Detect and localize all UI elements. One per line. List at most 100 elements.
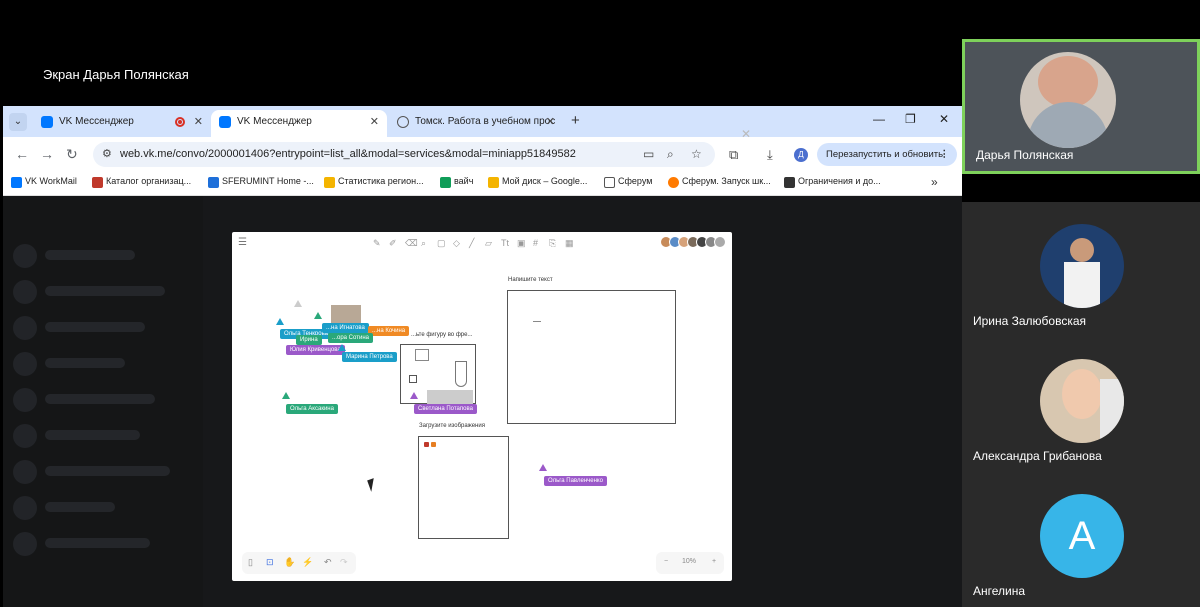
frame-title: Напишите текст — [508, 277, 553, 283]
cursor-label: Светлана Потапова — [414, 404, 477, 414]
forward-icon[interactable]: → — [40, 146, 54, 162]
image-icon[interactable]: ▣ — [517, 238, 526, 249]
bookmark-item[interactable]: вайч — [440, 176, 473, 188]
tab-vk-messenger-2[interactable]: VK Мессенджер ✕ — [211, 110, 387, 137]
zoom-icon[interactable]: ⌕ — [667, 147, 674, 162]
bookmarks-more-icon[interactable]: » — [931, 175, 938, 189]
text-frame[interactable] — [507, 290, 676, 424]
bookmark-item[interactable]: Мой диск – Google... — [488, 176, 587, 188]
chat-avatar — [13, 316, 37, 340]
chat-row — [45, 286, 165, 296]
pen-icon[interactable]: ✎ — [373, 238, 381, 249]
sidebar-toggle-icon[interactable]: ▯ — [248, 557, 253, 568]
select-icon[interactable]: ⊡ — [266, 557, 274, 568]
participant-tile[interactable]: A Ангелина — [962, 472, 1200, 607]
new-tab-button[interactable]: + — [571, 112, 580, 129]
upload-icon[interactable]: ⎘ — [549, 238, 556, 249]
image-thumb — [431, 442, 436, 447]
hamburger-menu-icon[interactable]: ☰ — [238, 237, 247, 248]
close-tab-icon[interactable]: ✕ — [546, 110, 555, 134]
address-bar[interactable]: ⚙ web.vk.me/convo/2000001406?entrypoint=… — [93, 142, 715, 167]
folder-icon — [604, 177, 615, 188]
hand-icon[interactable]: ✋ — [284, 557, 295, 568]
frame-icon[interactable]: # — [533, 238, 538, 248]
participant-name: Александра Грибанова — [973, 449, 1102, 463]
bookmark-item[interactable]: VK WorkMail — [11, 176, 77, 188]
redo-icon[interactable]: ↷ — [340, 557, 348, 568]
bookmark-item[interactable]: Статистика регион... — [324, 176, 424, 188]
table-icon[interactable]: ▦ — [565, 238, 574, 249]
cone-shape — [455, 361, 467, 387]
line-icon[interactable]: ╱ — [469, 238, 474, 249]
browser-toolbar: ← → ↻ ⚙ web.vk.me/convo/2000001406?entry… — [3, 137, 962, 172]
avatar — [714, 236, 726, 248]
rectangle-icon[interactable]: ▢ — [437, 238, 446, 249]
participant-name: Ангелина — [973, 584, 1026, 598]
download-icon[interactable]: ⤓ — [767, 147, 773, 163]
cursor-pointer-icon — [314, 312, 322, 319]
tab-tomsk[interactable]: Томск. Работа в учебном прос ✕ — [389, 110, 563, 137]
participant-tile[interactable]: Александра Грибанова — [962, 337, 1200, 472]
cast-icon[interactable]: ▭ — [643, 147, 654, 161]
tab-vk-messenger-1[interactable]: VK Мессенджер ✕ — [33, 110, 211, 137]
bookmark-item[interactable]: Сферум. Запуск шк... — [668, 176, 771, 188]
kebab-menu-icon[interactable]: ⋮ — [940, 143, 950, 166]
whiteboard-miniapp[interactable]: ☰ ✎ ✐ ⌫ ⌕ ▢ ◇ ╱ ▱ Tt ▣ # ⎘ ▦ Напишите те… — [232, 232, 732, 581]
whiteboard-toolbar: ☰ ✎ ✐ ⌫ ⌕ ▢ ◇ ╱ ▱ Tt ▣ # ⎘ ▦ — [232, 232, 732, 254]
board-mode-controls: ▯ ⊡ ✋ ⚡ ↶ ↷ — [242, 552, 356, 574]
zoom-in-button[interactable]: + — [712, 558, 716, 565]
url-text[interactable]: web.vk.me/convo/2000001406?entrypoint=li… — [120, 148, 576, 160]
participant-tile[interactable]: Дарья Полянская — [962, 39, 1200, 174]
close-tab-icon[interactable]: ✕ — [194, 110, 203, 134]
reload-icon[interactable]: ↻ — [66, 146, 78, 163]
upload-frame[interactable] — [418, 436, 509, 539]
bookmark-star-icon[interactable]: ☆ — [691, 147, 702, 161]
back-icon[interactable]: ← — [15, 146, 29, 162]
participant-name: Дарья Полянская — [976, 148, 1074, 162]
zoom-out-button[interactable]: − — [664, 558, 668, 565]
vk-icon — [219, 116, 231, 128]
zoom-controls: − 10% + — [656, 552, 724, 574]
close-tab-icon[interactable]: ✕ — [370, 110, 379, 134]
cursor-label: Ирина — [296, 335, 322, 345]
minimize-icon[interactable]: — — [873, 112, 885, 126]
chat-row — [45, 322, 145, 332]
chat-row — [45, 502, 115, 512]
close-window-icon[interactable]: ✕ — [939, 112, 949, 126]
chat-avatar — [13, 388, 37, 412]
tab-search-button[interactable]: ⌄ — [9, 113, 27, 131]
relaunch-label: Перезапустить и обновить — [826, 149, 944, 160]
shape-icon[interactable]: ◇ — [453, 238, 460, 249]
marker-icon[interactable]: ✐ — [389, 238, 397, 249]
bookmark-item[interactable]: Каталог организац... — [92, 176, 191, 188]
chat-row — [45, 358, 125, 368]
relaunch-button[interactable]: Перезапустить и обновить ⋮ — [817, 143, 957, 166]
cursor-label: Юлия Кривенцова — [286, 345, 345, 355]
tab-label: VK Мессенджер — [59, 116, 134, 127]
chat-row — [45, 394, 155, 404]
extensions-icon[interactable]: ⧉ — [729, 147, 738, 163]
sticky-note-icon[interactable]: ▱ — [485, 238, 492, 249]
close-miniapp-icon[interactable]: ✕ — [741, 127, 751, 141]
restore-icon[interactable]: ❐ — [905, 112, 916, 126]
bookmark-item[interactable]: SFERUMINT Home -... — [208, 176, 314, 188]
cursor-label: Ольга Павленченко — [544, 476, 607, 486]
lasso-icon[interactable]: ⌕ — [421, 238, 426, 249]
tab-strip: ⌄ VK Мессенджер ✕ VK Мессенджер ✕ Томск.… — [3, 106, 962, 137]
text-icon[interactable]: Tt — [501, 238, 509, 248]
bookmark-item[interactable]: Сферум — [604, 176, 652, 188]
profile-avatar[interactable]: Д — [794, 148, 808, 162]
site-info-icon[interactable]: ⚙ — [102, 147, 112, 160]
laser-icon[interactable]: ⚡ — [302, 557, 313, 568]
board-participants[interactable] — [660, 236, 730, 249]
participant-tile[interactable]: Ирина Залюбовская — [962, 202, 1200, 337]
undo-icon[interactable]: ↶ — [324, 557, 332, 568]
vk-icon — [41, 116, 53, 128]
avatar — [1040, 224, 1124, 308]
selection-shape — [427, 390, 473, 404]
eraser-icon[interactable]: ⌫ — [405, 238, 418, 249]
vk-icon — [11, 177, 22, 188]
face-shape — [1038, 56, 1098, 108]
sferum-icon — [208, 177, 219, 188]
bookmark-item[interactable]: Ограничения и до... — [784, 176, 881, 188]
